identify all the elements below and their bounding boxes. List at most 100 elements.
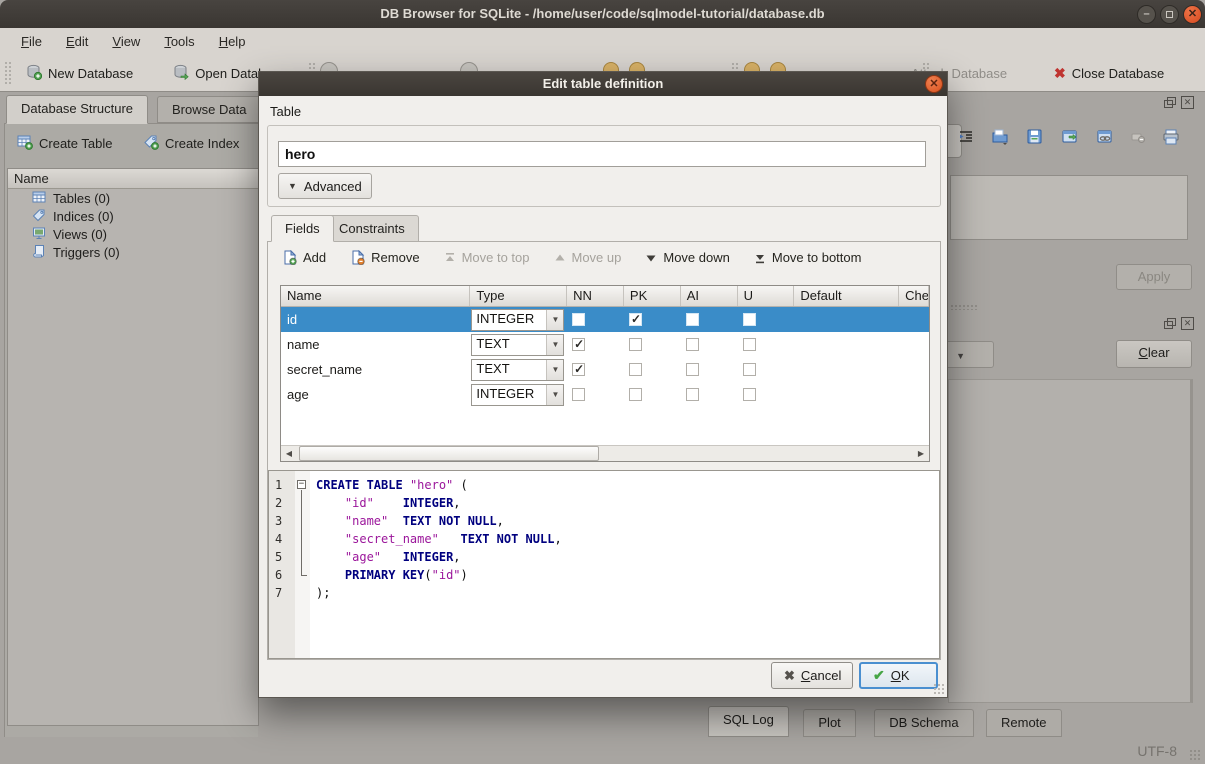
table-name-input[interactable] — [278, 141, 926, 167]
field-name-cell[interactable]: name — [281, 332, 470, 357]
menu-item-tools[interactable]: Tools — [153, 31, 205, 52]
field-check-cell[interactable] — [899, 382, 929, 407]
tree-item-indices[interactable]: Indices (0) — [8, 207, 258, 225]
clear-button[interactable]: Clear — [1116, 340, 1192, 368]
tab-browse-data[interactable]: Browse Data — [157, 96, 261, 123]
u-checkbox[interactable] — [743, 338, 756, 351]
pk-checkbox[interactable] — [629, 338, 642, 351]
pk-checkbox[interactable] — [629, 313, 642, 326]
chevron-down-icon[interactable]: ▼ — [546, 335, 563, 355]
dialog-titlebar[interactable]: Edit table definition — [259, 72, 947, 96]
field-check-cell[interactable] — [899, 307, 929, 332]
field-default-cell[interactable] — [794, 357, 899, 382]
print-icon[interactable] — [1162, 128, 1180, 149]
remove-button[interactable]: Remove — [350, 250, 419, 265]
window-close-button[interactable]: ✕ — [1183, 5, 1202, 24]
add-button[interactable]: Add — [282, 250, 326, 265]
remove-icon[interactable] — [1131, 130, 1145, 147]
chevron-down-icon[interactable]: ▼ — [546, 360, 563, 380]
sql-fold-margin[interactable]: − — [295, 471, 310, 658]
dock-list[interactable] — [950, 175, 1188, 240]
ai-checkbox[interactable] — [686, 363, 699, 376]
tab-database-structure[interactable]: Database Structure — [6, 95, 148, 124]
menu-item-edit[interactable]: Edit — [55, 31, 99, 52]
chevron-down-icon[interactable]: ▼ — [546, 310, 563, 330]
apply-button[interactable]: Apply — [1116, 264, 1192, 290]
type-dropdown[interactable]: TEXT▼ — [471, 359, 564, 381]
tab-sql-log[interactable]: SQL Log — [708, 706, 789, 737]
tree-item-views[interactable]: Views (0) — [8, 225, 258, 243]
tree-item-triggers[interactable]: Triggers (0) — [8, 243, 258, 261]
tab-fields[interactable]: Fields — [271, 215, 334, 242]
scroll-right-arrow[interactable]: ▶ — [913, 446, 929, 461]
window-maximize-button[interactable] — [1160, 5, 1179, 24]
window-resize-grip[interactable] — [1189, 749, 1201, 761]
nn-checkbox[interactable] — [572, 338, 585, 351]
field-row-age[interactable]: ageINTEGER▼ — [281, 382, 929, 407]
menu-item-view[interactable]: View — [101, 31, 151, 52]
field-default-cell[interactable] — [794, 382, 899, 407]
ai-checkbox[interactable] — [686, 338, 699, 351]
tab-db-schema[interactable]: DB Schema — [874, 709, 973, 737]
open-file-icon[interactable] — [991, 128, 1009, 149]
scroll-left-arrow[interactable]: ◀ — [281, 446, 297, 461]
dialog-resize-grip[interactable] — [933, 683, 945, 695]
menu-item-help[interactable]: Help — [208, 31, 257, 52]
dock-close-button[interactable]: ✕ — [1181, 96, 1194, 109]
indent-icon[interactable] — [958, 129, 974, 148]
ok-button[interactable]: ✔ OK — [859, 662, 938, 689]
cancel-button[interactable]: ✖ Cancel — [771, 662, 853, 689]
scrollbar-track[interactable] — [297, 446, 913, 461]
move-up-button[interactable]: Move up — [554, 250, 622, 265]
field-row-id[interactable]: idINTEGER▼ — [281, 307, 929, 332]
close-database-button[interactable]: ✖ Close Database — [1046, 61, 1172, 86]
tab-remote[interactable]: Remote — [986, 709, 1062, 737]
fold-marker-icon[interactable]: − — [295, 476, 310, 494]
dialog-close-button[interactable]: ✕ — [925, 75, 943, 93]
nn-checkbox[interactable] — [572, 388, 585, 401]
tab-constraints[interactable]: Constraints — [325, 215, 419, 242]
ai-checkbox[interactable] — [686, 388, 699, 401]
create-table-button[interactable]: Create Table — [17, 134, 112, 153]
pk-checkbox[interactable] — [629, 363, 642, 376]
tree-item-tables[interactable]: Tables (0) — [8, 189, 258, 207]
field-check-cell[interactable] — [899, 357, 929, 382]
type-dropdown[interactable]: INTEGER▼ — [471, 384, 564, 406]
field-name-cell[interactable]: id — [281, 307, 470, 332]
ai-checkbox[interactable] — [686, 313, 699, 326]
dock-float-button[interactable] — [1163, 96, 1176, 109]
type-dropdown[interactable]: TEXT▼ — [471, 334, 564, 356]
dock-close-button[interactable]: ✕ — [1181, 317, 1194, 330]
dock-drag-handle[interactable] — [950, 304, 978, 310]
save-file-icon[interactable] — [1026, 128, 1044, 149]
new-database-button[interactable]: New Database — [18, 60, 141, 87]
move-to-bottom-button[interactable]: Move to bottom — [754, 250, 862, 265]
nn-checkbox[interactable] — [572, 313, 585, 326]
window-minimize-button[interactable]: – — [1137, 5, 1156, 24]
link-icon[interactable] — [1096, 128, 1114, 149]
field-name-cell[interactable]: secret_name — [281, 357, 470, 382]
log-filter-dropdown[interactable]: ▼ — [944, 341, 994, 368]
field-default-cell[interactable] — [794, 332, 899, 357]
move-down-button[interactable]: Move down — [645, 250, 729, 265]
create-index-button[interactable]: Create Index — [143, 134, 239, 153]
pk-checkbox[interactable] — [629, 388, 642, 401]
tab-plot[interactable]: Plot — [803, 709, 855, 737]
grid-horizontal-scrollbar[interactable]: ◀ ▶ — [281, 445, 929, 461]
advanced-toggle-button[interactable]: ▼ Advanced — [278, 173, 372, 199]
execute-icon[interactable] — [1061, 128, 1079, 149]
toolbar-drag-handle[interactable] — [4, 61, 12, 85]
move-to-top-button[interactable]: Move to top — [444, 250, 530, 265]
chevron-down-icon[interactable]: ▼ — [546, 385, 563, 405]
u-checkbox[interactable] — [743, 388, 756, 401]
field-default-cell[interactable] — [794, 307, 899, 332]
tree-header-name[interactable]: Name — [8, 169, 258, 189]
u-checkbox[interactable] — [743, 313, 756, 326]
u-checkbox[interactable] — [743, 363, 756, 376]
menu-item-file[interactable]: File — [10, 31, 53, 52]
nn-checkbox[interactable] — [572, 363, 585, 376]
dock-float-button[interactable] — [1163, 317, 1176, 330]
field-row-secret-name[interactable]: secret_nameTEXT▼ — [281, 357, 929, 382]
sql-log-area[interactable] — [948, 379, 1193, 703]
scrollbar-thumb[interactable] — [299, 446, 599, 461]
